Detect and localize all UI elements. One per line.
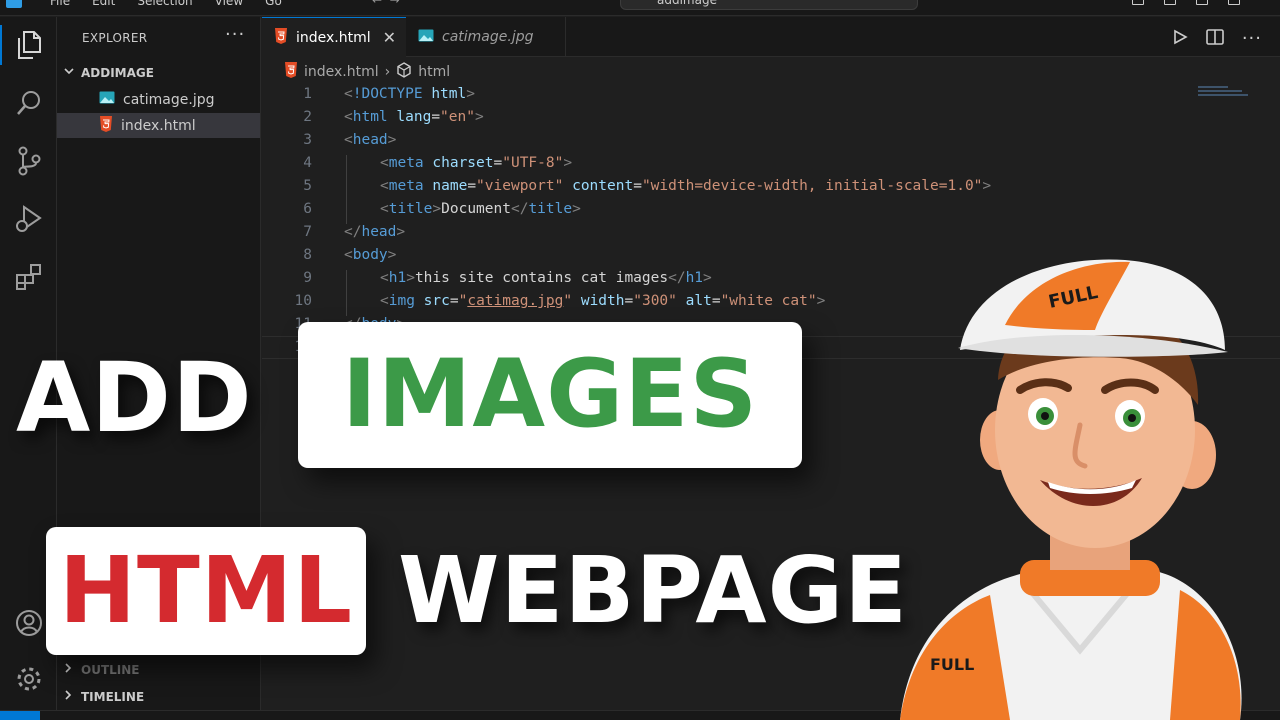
outline-section[interactable]: OUTLINE: [63, 662, 139, 677]
line-number: 1: [303, 86, 312, 102]
code-text: <h1>this site contains cat images</h1>: [380, 270, 712, 286]
code-text: <meta charset="UTF-8">: [380, 155, 573, 171]
code-text: <meta name="viewport" content="width=dev…: [380, 178, 992, 194]
file-item-index-html[interactable]: index.html: [57, 113, 260, 138]
menu-edit[interactable]: Edit: [92, 0, 115, 8]
editor-tabs: index.html ✕ catimage.jpg ···: [262, 17, 1280, 57]
image-file-icon: [99, 91, 115, 108]
folder-label: ADDIMAGE: [81, 65, 154, 80]
line-number: 10: [294, 293, 312, 309]
menu-file[interactable]: File: [50, 0, 70, 8]
layout-customize-icon[interactable]: [1228, 0, 1240, 5]
line-number: 9: [303, 270, 312, 286]
layout-sidebar-icon[interactable]: [1164, 0, 1176, 5]
code-text: <head>: [344, 132, 397, 148]
split-editor-icon[interactable]: [1206, 28, 1224, 49]
line-number: 6: [303, 201, 312, 217]
tab-label: index.html: [296, 29, 371, 46]
editor-actions: ···: [1172, 28, 1262, 49]
html5-icon: [284, 62, 298, 82]
chevron-right-icon: [63, 662, 73, 677]
line-number: 8: [303, 247, 312, 263]
overlay-html-box: HTML: [46, 527, 366, 655]
explorer-title: EXPLORER: [82, 31, 148, 45]
line-number: 2: [303, 109, 312, 125]
file-item-catimage[interactable]: catimage.jpg: [57, 87, 260, 112]
breadcrumb: index.html › html: [262, 58, 450, 86]
search-icon[interactable]: [0, 79, 57, 127]
extensions-icon[interactable]: [0, 253, 57, 301]
suit-logo: FULL: [930, 655, 974, 674]
overlay-images: IMAGES: [341, 340, 759, 449]
files-icon[interactable]: [0, 21, 57, 69]
title-bar: File Edit Selection View Go ← → addimage: [0, 0, 1280, 16]
overlay-html: HTML: [59, 537, 353, 644]
run-icon[interactable]: [1172, 29, 1188, 49]
code-text: <html lang="en">: [344, 109, 484, 125]
source-control-icon[interactable]: [0, 137, 57, 185]
code-line: 1 <!DOCTYPE html>: [262, 86, 1280, 109]
menu-selection[interactable]: Selection: [137, 0, 192, 8]
outline-label: OUTLINE: [81, 662, 140, 677]
overlay-add: ADD: [16, 342, 253, 454]
code-line: 4 <meta charset="UTF-8">: [262, 155, 1280, 178]
chevron-down-icon: [63, 65, 75, 80]
layout-panel-icon[interactable]: [1196, 0, 1208, 5]
vscode-logo-icon: [6, 0, 22, 8]
code-line: 5 <meta name="viewport" content="width=de…: [262, 178, 1280, 201]
folder-addimage[interactable]: ADDIMAGE: [63, 65, 154, 80]
code-text: <img src="catimag.jpg" width="300" alt="…: [380, 293, 826, 309]
more-actions-icon[interactable]: ···: [1242, 28, 1262, 49]
line-number: 3: [303, 132, 312, 148]
line-number: 7: [303, 224, 312, 240]
layout-icon[interactable]: [1132, 0, 1144, 5]
gear-icon[interactable]: [0, 655, 57, 703]
code-text: <body>: [344, 247, 397, 263]
code-line: 3 <head>: [262, 132, 1280, 155]
menu-bar: File Edit Selection View Go: [50, 0, 282, 8]
image-file-icon: [418, 29, 434, 46]
cartoon-character: FULL FULL: [880, 230, 1280, 720]
breadcrumb-file[interactable]: index.html: [304, 64, 379, 80]
tab-label: catimage.jpg: [442, 29, 534, 45]
nav-arrows[interactable]: ← →: [372, 0, 400, 7]
menu-view[interactable]: View: [215, 0, 243, 8]
remote-indicator[interactable]: [0, 711, 40, 720]
breadcrumb-symbol[interactable]: html: [418, 64, 450, 80]
file-label: catimage.jpg: [123, 91, 215, 108]
html5-icon: [274, 27, 288, 48]
code-line: 2 <html lang="en">: [262, 109, 1280, 132]
close-icon[interactable]: ✕: [383, 28, 396, 47]
line-number: 4: [303, 155, 312, 171]
overlay-images-box: IMAGES: [298, 322, 802, 468]
overlay-webpage: WEBPAGE: [398, 537, 908, 644]
code-text: <!DOCTYPE html>: [344, 86, 475, 102]
timeline-section[interactable]: TIMELINE: [63, 689, 144, 704]
line-number: 5: [303, 178, 312, 194]
file-label: index.html: [121, 117, 196, 134]
tab-index-html[interactable]: index.html ✕: [262, 17, 406, 57]
code-text: <title>Document</title>: [380, 201, 581, 217]
layout-controls: [1132, 0, 1240, 5]
menu-go[interactable]: Go: [265, 0, 282, 8]
command-center-search[interactable]: addimage: [620, 0, 918, 10]
chevron-right-icon: ›: [384, 64, 391, 80]
html5-icon: [99, 115, 113, 136]
code-line: 6 <title>Document</title>: [262, 201, 1280, 224]
symbol-icon: [396, 62, 412, 82]
chevron-right-icon: [63, 689, 73, 704]
tab-catimage[interactable]: catimage.jpg: [406, 17, 566, 57]
minimap[interactable]: [1198, 86, 1250, 102]
code-text: </head>: [344, 224, 406, 240]
run-debug-icon[interactable]: [0, 195, 57, 243]
timeline-label: TIMELINE: [81, 689, 145, 704]
more-actions-icon[interactable]: ···: [225, 24, 245, 45]
